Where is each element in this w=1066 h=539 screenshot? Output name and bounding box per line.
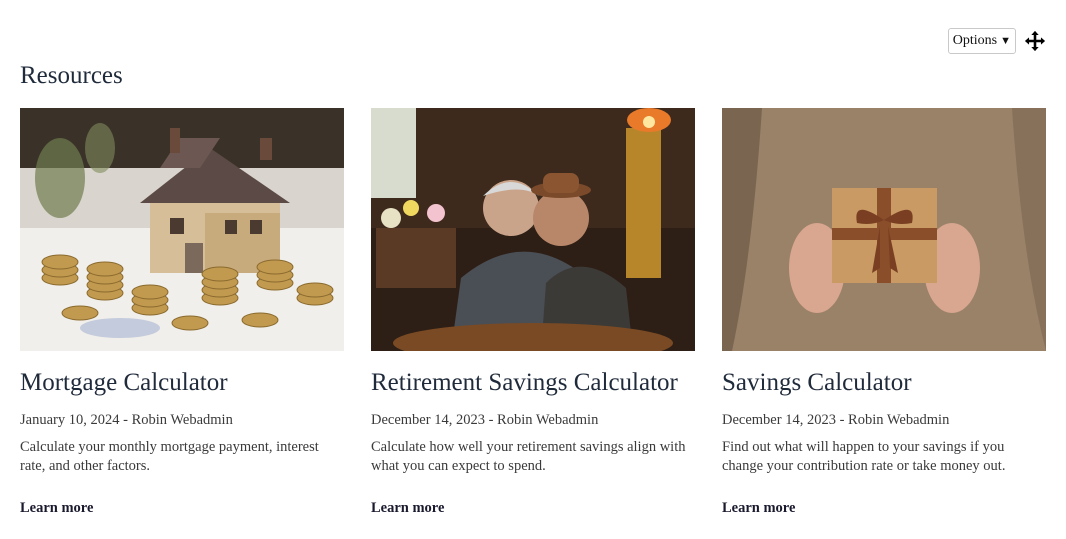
card-description: Calculate how well your retirement savin… [371, 439, 686, 474]
toolbar: Options ▼ [947, 28, 1046, 54]
card-author: Robin Webadmin [131, 412, 233, 428]
options-label: Options [952, 33, 998, 48]
card-date: January 10, 2024 [20, 412, 120, 428]
meta-separator: - [839, 412, 845, 428]
card-meta: January 10, 2024 - Robin Webadmin [20, 412, 344, 429]
card-title[interactable]: Retirement Savings Calculator [371, 368, 695, 398]
card-description: Calculate your monthly mortgage payment,… [20, 439, 319, 474]
chevron-down-icon: ▼ [1000, 35, 1011, 47]
section-title: Resources [20, 62, 123, 89]
learn-more-link[interactable]: Learn more [20, 500, 93, 517]
house-and-coins-image[interactable] [20, 108, 344, 351]
learn-more-link[interactable]: Learn more [722, 500, 795, 517]
learn-more-link[interactable]: Learn more [371, 500, 444, 517]
gift-box-image[interactable] [722, 108, 1046, 351]
meta-separator: - [488, 412, 494, 428]
card-title[interactable]: Savings Calculator [722, 368, 1046, 398]
card-author: Robin Webadmin [497, 412, 599, 428]
card-description: Find out what will happen to your saving… [722, 439, 1006, 474]
card-title[interactable]: Mortgage Calculator [20, 368, 344, 398]
meta-separator: - [123, 412, 128, 428]
resource-card: Savings Calculator December 14, 2023 - R… [722, 108, 1046, 517]
card-date: December 14, 2023 [722, 412, 836, 428]
resource-card: Mortgage Calculator January 10, 2024 - R… [20, 108, 344, 517]
options-dropdown[interactable]: Options ▼ [947, 28, 1016, 54]
card-meta: December 14, 2023 - Robin Webadmin [371, 412, 695, 429]
retired-couple-image[interactable] [371, 108, 695, 351]
move-arrows-icon[interactable] [1024, 30, 1046, 52]
resource-cards: Mortgage Calculator January 10, 2024 - R… [20, 108, 1046, 517]
resource-card: Retirement Savings Calculator December 1… [371, 108, 695, 517]
card-date: December 14, 2023 [371, 412, 485, 428]
card-meta: December 14, 2023 - Robin Webadmin [722, 412, 1046, 429]
card-author: Robin Webadmin [848, 412, 950, 428]
